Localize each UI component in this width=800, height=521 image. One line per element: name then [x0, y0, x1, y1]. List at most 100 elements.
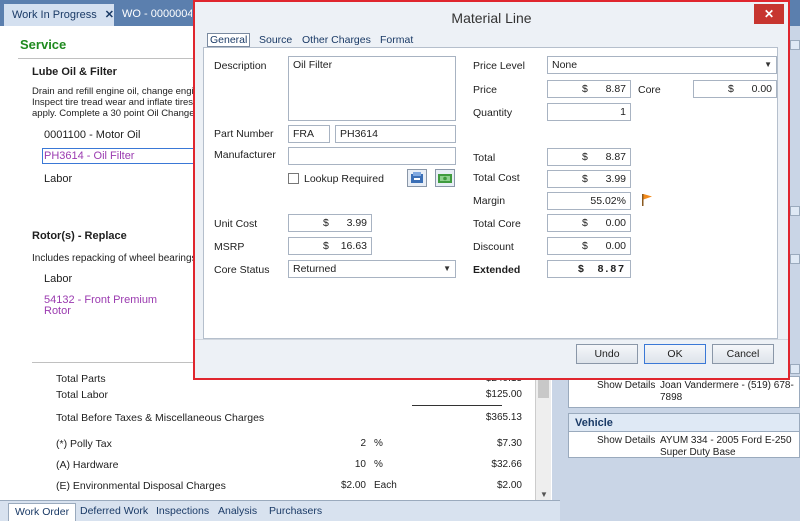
collapsed-panel-header[interactable]: [790, 206, 800, 216]
tab-deferred-work[interactable]: Deferred Work: [74, 503, 154, 521]
totals-row: (*) Polly Tax 2 % $7.30: [56, 438, 536, 454]
close-button[interactable]: ✕: [754, 4, 784, 24]
totals-rate: 2: [360, 438, 366, 449]
total-core-label: Total Core: [473, 218, 521, 230]
quantity-label: Quantity: [473, 107, 513, 119]
msrp-field[interactable]: $ 16.63: [288, 237, 372, 255]
tab-other-charges[interactable]: Other Charges: [302, 34, 371, 46]
description-line: apply. Complete a 30 point Oil Change: [32, 108, 195, 119]
margin-label: Margin: [473, 195, 506, 207]
price-level-select[interactable]: None ▼: [547, 56, 777, 74]
tab-inspections[interactable]: Inspections: [150, 503, 215, 521]
tab-work-in-progress[interactable]: Work In Progress ✕: [4, 4, 114, 26]
msrp-label: MSRP: [214, 241, 245, 253]
ok-button[interactable]: OK: [644, 344, 706, 364]
extended-value: 8.87: [597, 263, 626, 275]
currency-symbol: $: [582, 240, 588, 252]
line-item[interactable]: Labor: [44, 173, 72, 185]
extended-label: Extended: [473, 264, 521, 276]
core-label: Core: [638, 84, 661, 96]
quantity-field[interactable]: 1: [547, 103, 631, 121]
unit-cost-label: Unit Cost: [214, 218, 258, 230]
description-line: Drain and refill engine oil, change engi…: [32, 86, 199, 97]
lookup-button[interactable]: [407, 169, 427, 187]
flag-icon: [642, 194, 652, 206]
show-details-link[interactable]: Show Details: [597, 380, 655, 391]
unit-cost-field[interactable]: $ 3.99: [288, 214, 372, 232]
currency-symbol: $: [582, 173, 588, 185]
part-number-field[interactable]: PH3614: [335, 125, 456, 143]
lookup-required-checkbox[interactable]: [288, 173, 299, 184]
total-value: 8.87: [605, 151, 626, 163]
chevron-down-icon: ▼: [764, 60, 772, 69]
currency-symbol: $: [582, 217, 588, 229]
unit-cost-value: 3.99: [346, 217, 367, 229]
collapsed-panel-header[interactable]: [790, 40, 800, 50]
line-item-selected[interactable]: PH3614 - Oil Filter: [42, 148, 194, 164]
line-item[interactable]: 0001100 - Motor Oil: [44, 129, 140, 141]
vehicle-panel-title[interactable]: Vehicle: [569, 414, 799, 432]
scroll-down-icon[interactable]: ▼: [540, 490, 548, 499]
service-description: Includes repacking of wheel bearings if: [32, 253, 194, 264]
price-value: 8.87: [605, 83, 626, 95]
tab-source[interactable]: Source: [259, 34, 292, 46]
currency-symbol: $: [582, 83, 588, 95]
currency-symbol: $: [728, 83, 734, 95]
totals-label: Total Parts: [56, 373, 106, 385]
general-panel: Description Oil Filter Part Number FRA P…: [203, 47, 778, 339]
total-label: Total: [473, 152, 496, 164]
undo-button[interactable]: Undo: [576, 344, 638, 364]
price-field[interactable]: $ 8.87: [547, 80, 631, 98]
totals-rate: $2.00: [340, 480, 366, 491]
tab-label: WO - 0000004783: [122, 8, 192, 20]
total-core-value: 0.00: [605, 217, 626, 229]
tab-format[interactable]: Format: [380, 34, 413, 46]
currency-symbol: $: [323, 217, 329, 229]
totals-label: (A) Hardware: [56, 459, 119, 471]
section-title: Service: [20, 37, 67, 52]
show-details-link[interactable]: Show Details: [597, 435, 655, 446]
tab-label: Work In Progress: [12, 9, 97, 21]
totals-label: (*) Polly Tax: [56, 438, 112, 450]
description-field[interactable]: Oil Filter: [288, 56, 456, 121]
catalog-lookup-icon: [411, 172, 423, 183]
line-item[interactable]: Labor: [44, 273, 72, 285]
price-lookup-button[interactable]: [435, 169, 455, 187]
totals-rate: 10: [354, 459, 366, 470]
tab-general[interactable]: General: [207, 33, 251, 47]
totals-section: Total Parts $240.13 Total Labor $125.00 …: [32, 362, 552, 502]
money-icon: [438, 174, 452, 183]
margin-field: 55.02%: [547, 192, 631, 210]
cancel-button[interactable]: Cancel: [712, 344, 774, 364]
collapsed-panel-header[interactable]: [790, 254, 800, 264]
vehicle-panel: Vehicle Show Details AYUM 334 - 2005 For…: [568, 413, 800, 458]
dialog-titlebar[interactable]: Material Line ✕: [195, 2, 788, 32]
extended-field: $ 8.87: [547, 260, 631, 278]
description-label: Description: [214, 60, 267, 72]
tab-purchasers[interactable]: Purchasers: [263, 503, 328, 521]
close-icon: ✕: [763, 7, 775, 21]
footer-divider: [195, 339, 788, 340]
discount-field[interactable]: $ 0.00: [547, 237, 631, 255]
lookup-required-label: Lookup Required: [304, 173, 384, 185]
vehicle-info: AYUM 334 - 2005 Ford E-250 Super Duty Ba…: [660, 435, 792, 458]
collapsed-panel-header[interactable]: [790, 364, 800, 374]
part-prefix-field[interactable]: FRA: [288, 125, 330, 143]
core-status-select[interactable]: Returned ▼: [288, 260, 456, 278]
tab-analysis[interactable]: Analysis: [212, 503, 263, 521]
sum-divider: [412, 405, 502, 406]
totals-row: (E) Environmental Disposal Charges $2.00…: [56, 480, 536, 496]
currency-symbol: $: [323, 240, 329, 252]
tab-work-order[interactable]: WO - 0000004783: [114, 4, 192, 26]
service-title[interactable]: Lube Oil & Filter: [32, 66, 117, 78]
totals-unit: %: [374, 438, 383, 449]
close-icon[interactable]: ✕: [105, 9, 114, 21]
customer-info: Joan Vandermere - (519) 678-7898: [660, 380, 794, 403]
tab-work-order[interactable]: Work Order: [8, 503, 77, 521]
dialog-title: Material Line: [451, 10, 532, 26]
manufacturer-label: Manufacturer: [214, 149, 276, 161]
manufacturer-field[interactable]: [288, 147, 456, 165]
totals-row: Total Labor $125.00: [56, 389, 536, 405]
core-field[interactable]: $ 0.00: [693, 80, 777, 98]
service-title[interactable]: Rotor(s) - Replace: [32, 230, 127, 242]
